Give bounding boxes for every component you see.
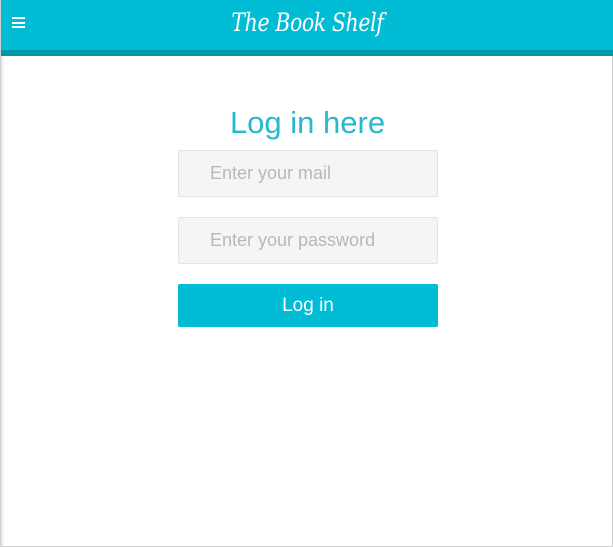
menu-icon-line [12,21,25,24]
menu-icon-line [12,26,25,28]
hamburger-menu-icon[interactable] [12,17,25,28]
password-input[interactable] [178,217,438,264]
navbar: The Book Shelf [1,0,613,50]
email-input[interactable] [178,150,438,197]
app-window: The Book Shelf Log in here Log in [0,0,613,547]
navbar-bottom-border [1,50,613,56]
login-button[interactable]: Log in [178,284,438,327]
menu-icon-line [12,17,25,19]
brand-title: The Book Shelf [231,8,384,37]
login-title: Log in here [229,104,386,140]
